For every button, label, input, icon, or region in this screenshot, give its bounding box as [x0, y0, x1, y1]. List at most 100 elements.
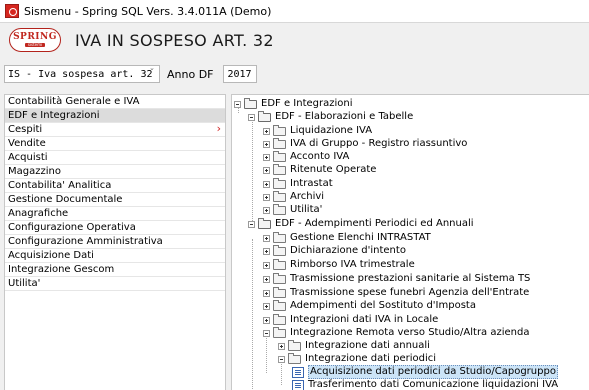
folder-icon: [273, 244, 286, 256]
tree-node-dati-iva-locale[interactable]: Integrazioni dati IVA in Locale: [263, 313, 439, 326]
tree-node-label: Integrazione dati annuali: [305, 340, 430, 351]
tree-node-label: Rimborso IVA trimestrale: [290, 259, 415, 270]
tree-node-label: Utilita': [290, 204, 323, 215]
expand-icon[interactable]: [263, 180, 270, 188]
tree-node-label: EDF - Elaborazioni e Tabelle: [275, 111, 414, 122]
app-icon: [5, 4, 19, 18]
tree-node-label: Adempimenti del Sostituto d'Imposta: [290, 300, 476, 311]
tree-node-archivi[interactable]: Archivi: [263, 190, 324, 203]
tree-node-edf-adempimenti[interactable]: EDF - Adempimenti Periodici ed Annuali: [248, 217, 474, 230]
folder-icon: [258, 110, 271, 122]
expand-icon[interactable]: [263, 206, 270, 214]
window-title: Sismenu - Spring SQL Vers. 3.4.011A (Dem…: [24, 4, 272, 18]
collapse-icon[interactable]: [278, 355, 285, 363]
tree-node-label: Acquisizione dati periodici da Studio/Ca…: [308, 365, 558, 379]
title-bar: Sismenu - Spring SQL Vers. 3.4.011A (Dem…: [0, 0, 589, 23]
sidebar-item-contabilita-generale[interactable]: Contabilità Generale e IVA: [5, 95, 225, 109]
collapse-icon[interactable]: [248, 113, 255, 121]
page-title: IVA IN SOSPESO ART. 32: [75, 30, 274, 50]
collapse-icon[interactable]: [248, 220, 255, 228]
tree-node-label: Liquidazione IVA: [290, 125, 373, 136]
tree-node-spese-funebri[interactable]: Trasmissione spese funebri Agenzia dell'…: [263, 286, 530, 299]
folder-icon: [273, 272, 286, 284]
sidebar-item-vendite[interactable]: Vendite: [5, 137, 225, 151]
folder-icon: [288, 352, 301, 364]
tree-node-sostituto-imposta[interactable]: Adempimenti del Sostituto d'Imposta: [263, 299, 476, 312]
expand-icon[interactable]: [263, 289, 270, 297]
tree-node-trasferimento-liquidazioni[interactable]: Trasferimento dati Comunicazione liquida…: [292, 379, 558, 390]
tree-node-label: Integrazioni dati IVA in Locale: [290, 314, 439, 325]
sidebar-item-integrazione-gescom[interactable]: Integrazione Gescom: [5, 263, 225, 277]
folder-icon: [273, 190, 286, 202]
sidebar-menu: Contabilità Generale e IVA EDF e Integra…: [4, 94, 226, 390]
sidebar-item-utilita[interactable]: Utilita': [5, 277, 225, 291]
sidebar-item-gestione-documentale[interactable]: Gestione Documentale: [5, 193, 225, 207]
collapse-icon[interactable]: [234, 100, 241, 108]
tree-node-ritenute-operate[interactable]: Ritenute Operate: [263, 163, 377, 176]
document-icon: [292, 379, 304, 390]
folder-icon: [273, 124, 286, 136]
filter-row: IS - Iva sospesa art. 32 ˇ Anno DF 2017: [0, 63, 589, 85]
tree-node-label: EDF - Adempimenti Periodici ed Annuali: [275, 218, 474, 229]
module-select[interactable]: IS - Iva sospesa art. 32 ˇ: [4, 65, 160, 83]
tree-node-integrazione-remota[interactable]: Integrazione Remota verso Studio/Altra a…: [263, 326, 530, 339]
tree-node-liquidazione-iva[interactable]: Liquidazione IVA: [263, 124, 373, 137]
folder-icon: [273, 203, 286, 215]
sidebar-item-label: Cespiti: [8, 124, 43, 135]
sidebar-item-contabilita-analitica[interactable]: Contabilita' Analitica: [5, 179, 225, 193]
tree-node-label: Ritenute Operate: [290, 164, 377, 175]
expand-icon[interactable]: [263, 153, 270, 161]
page-header: SPRING sistemi IVA IN SOSPESO ART. 32: [0, 23, 589, 57]
sidebar-item-anagrafiche[interactable]: Anagrafiche: [5, 207, 225, 221]
sidebar-item-acquisizione-dati[interactable]: Acquisizione Dati: [5, 249, 225, 263]
sidebar-item-magazzino[interactable]: Magazzino: [5, 165, 225, 179]
tree-node-dichiarazione-intento[interactable]: Dichiarazione d'intento: [263, 244, 406, 257]
expand-icon[interactable]: [263, 275, 270, 283]
tree-node-acquisizione-periodici[interactable]: Acquisizione dati periodici da Studio/Ca…: [292, 365, 558, 379]
tree-node-intrastat[interactable]: Intrastat: [263, 177, 333, 190]
tree-node-label: Integrazione Remota verso Studio/Altra a…: [290, 327, 530, 338]
expand-icon[interactable]: [263, 302, 270, 310]
expand-icon[interactable]: [263, 261, 270, 269]
logo-text: SPRING: [13, 32, 57, 42]
tree-node-elenchi-intrastat[interactable]: Gestione Elenchi INTRASTAT: [263, 231, 431, 244]
folder-icon: [273, 326, 286, 338]
tree-node-label: Trasferimento dati Comunicazione liquida…: [308, 379, 559, 390]
tree-node-label: Trasmissione spese funebri Agenzia dell'…: [290, 287, 530, 298]
tree-node-iva-gruppo[interactable]: IVA di Gruppo - Registro riassuntivo: [263, 137, 467, 150]
folder-icon: [273, 163, 286, 175]
sidebar-item-edf-integrazioni[interactable]: EDF e Integrazioni: [5, 109, 225, 123]
expand-icon[interactable]: [263, 193, 270, 201]
sidebar-item-configurazione-amministrativa[interactable]: Configurazione Amministrativa: [5, 235, 225, 249]
tree-node-dati-annuali[interactable]: Integrazione dati annuali: [278, 339, 430, 352]
expand-icon[interactable]: [263, 166, 270, 174]
menu-tree: EDF e Integrazioni EDF - Elaborazioni e …: [231, 94, 589, 390]
document-icon: [292, 366, 304, 378]
expand-icon[interactable]: [263, 140, 270, 148]
year-field[interactable]: 2017: [222, 65, 257, 83]
sidebar-item-cespiti[interactable]: Cespiti ›: [5, 122, 225, 137]
folder-icon: [273, 150, 286, 162]
tree-node-rimborso-iva[interactable]: Rimborso IVA trimestrale: [263, 258, 415, 271]
sidebar-item-configurazione-operativa[interactable]: Configurazione Operativa: [5, 221, 225, 235]
tree-node-edf-integrazioni[interactable]: EDF e Integrazioni: [234, 97, 353, 110]
expand-icon[interactable]: [263, 247, 270, 255]
expand-icon[interactable]: [263, 316, 270, 324]
logo-subtext: sistemi: [24, 43, 46, 47]
sidebar-item-acquisti[interactable]: Acquisti: [5, 151, 225, 165]
expand-icon[interactable]: [263, 127, 270, 135]
tree-node-acconto-iva[interactable]: Acconto IVA: [263, 150, 350, 163]
expand-icon[interactable]: [263, 234, 270, 242]
tree-node-prestazioni-sanitarie[interactable]: Trasmissione prestazioni sanitarie al Si…: [263, 272, 531, 285]
folder-icon: [273, 286, 286, 298]
folder-icon: [273, 231, 286, 243]
expand-icon[interactable]: [278, 342, 285, 350]
tree-node-dati-periodici[interactable]: Integrazione dati periodici: [278, 352, 436, 365]
tree-node-utilita[interactable]: Utilita': [263, 203, 323, 216]
folder-icon: [273, 137, 286, 149]
collapse-icon[interactable]: [263, 329, 270, 337]
chevron-down-icon[interactable]: ˇ: [149, 68, 155, 79]
tree-node-label: Trasmissione prestazioni sanitarie al Si…: [290, 273, 531, 284]
tree-node-label: Acconto IVA: [290, 151, 350, 162]
tree-node-edf-elaborazioni[interactable]: EDF - Elaborazioni e Tabelle: [248, 110, 414, 123]
